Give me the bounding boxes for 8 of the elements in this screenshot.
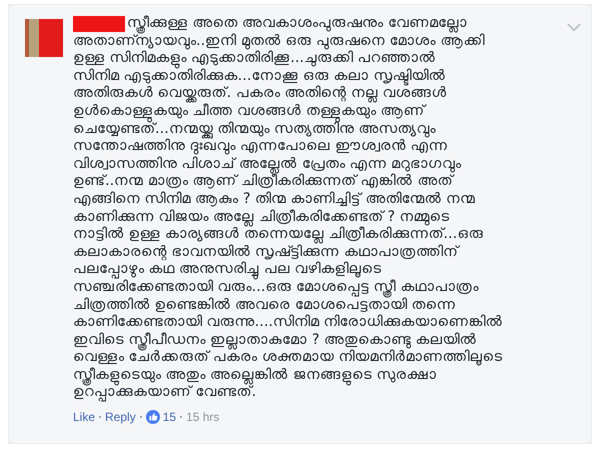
action-link[interactable]: Like xyxy=(73,410,96,424)
like-count[interactable]: 15 xyxy=(162,410,176,424)
chevron-down-icon[interactable] xyxy=(567,23,581,32)
timestamp[interactable]: 15 hrs xyxy=(186,410,220,424)
avatar-placeholder[interactable] xyxy=(25,19,63,57)
comment-text: സ്ത്രീക്കുള്ള അതെ അവകാശംപുരുഷനും വേണമല്ലോ അതാണ്ന്യായവും..ഇനി മുതൽ ഒരു പുരുഷനെ മോശം ആക്കി ഉള്ള സിനിമകളും എടുക്കാതിരിക്കൂ...ചുരുക്കി പറഞ്ഞാൽ സിനിമ എടുക്കാതിരിക്കുക...നോക്കൂ ഒരു കലാ സൃഷ്ടിയിൽ അതിരുകൾ വെയ്ക്കരുത്. പകരം അതിന്റെ നല്ല വശങ്ങൾ ഉൾകൊള്ളുകയും ചീത്ത വശങ്ങൾ തള്ളുകയും ആണ് ചെയ്യേണ്ടത്...നന്മയ്ക്കു തിന്മയും സത്യത്തിനു അസത്യവും സന്തോഷത്തിനു ദുഃഖവും എന്നപോലെ ഈശ്വരൻ എന്ന വിശ്വാസത്തിനു പിശാച് അല്ലേൽ പ്രേതം എന്ന മറുഭാഗവും ഉണ്ട്..നന്മ മാത്രം ആണ് ചിത്രീകരിക്കുന്നത് എങ്കിൽ അത് എങ്ങിനെ സിനിമ ആകും ? തിന്മ കാണിച്ചിട്ട് അതിന്മേൽ നന്മ കാണിക്കുന്ന വിജയം അല്ലേ ചിത്രീകരിക്കേണ്ടത് ? നമ്മുടെ നാട്ടിൽ ഉള്ള കാര്യങ്ങൾ തന്നെയല്ലേ ചിത്രീകരിക്കുന്നത്...ഒരു കലാകാരന്റെ ഭാവനയിൽ സൃഷ്ട്ടിക്കുന്ന കഥാപാത്രത്തിന് പലപ്പോഴും കഥ അനുസരിച്ചു പല വഴികളിലൂടെ സഞ്ചരിക്കേണ്ടതായി വരും...ഒരു മോശപ്പെട്ട സ്ത്രീ കഥാപാത്രം ചിത്രത്തിൽ ഉണ്ടെങ്കിൽ അവരെ മോശപെട്ടതായി തന്നെ കാണിക്കേണ്ടതായി വരുന്നു....സിനിമ നിരോധിക്കുകയാണെങ്കിൽ ഇവിടെ സ്ത്രീപീഡനം ഇല്ലാതാകുമോ ? അതുകൊണ്ടു കലയിൽ വെള്ളം ചേർക്കരുത് പകരം ശക്തമായ നിയമനിർമാണത്തിലൂടെ സ്ത്രീകളുടെയും അതും അല്ലെങ്കിൽ ജനങ്ങളുടെ സുരക്ഷാ ഉറപ്പാക്കുകയാണ് വേണ്ടത്. xyxy=(73,15,503,402)
thumbs-up-icon xyxy=(146,410,160,424)
action-link[interactable]: Reply xyxy=(105,410,136,424)
